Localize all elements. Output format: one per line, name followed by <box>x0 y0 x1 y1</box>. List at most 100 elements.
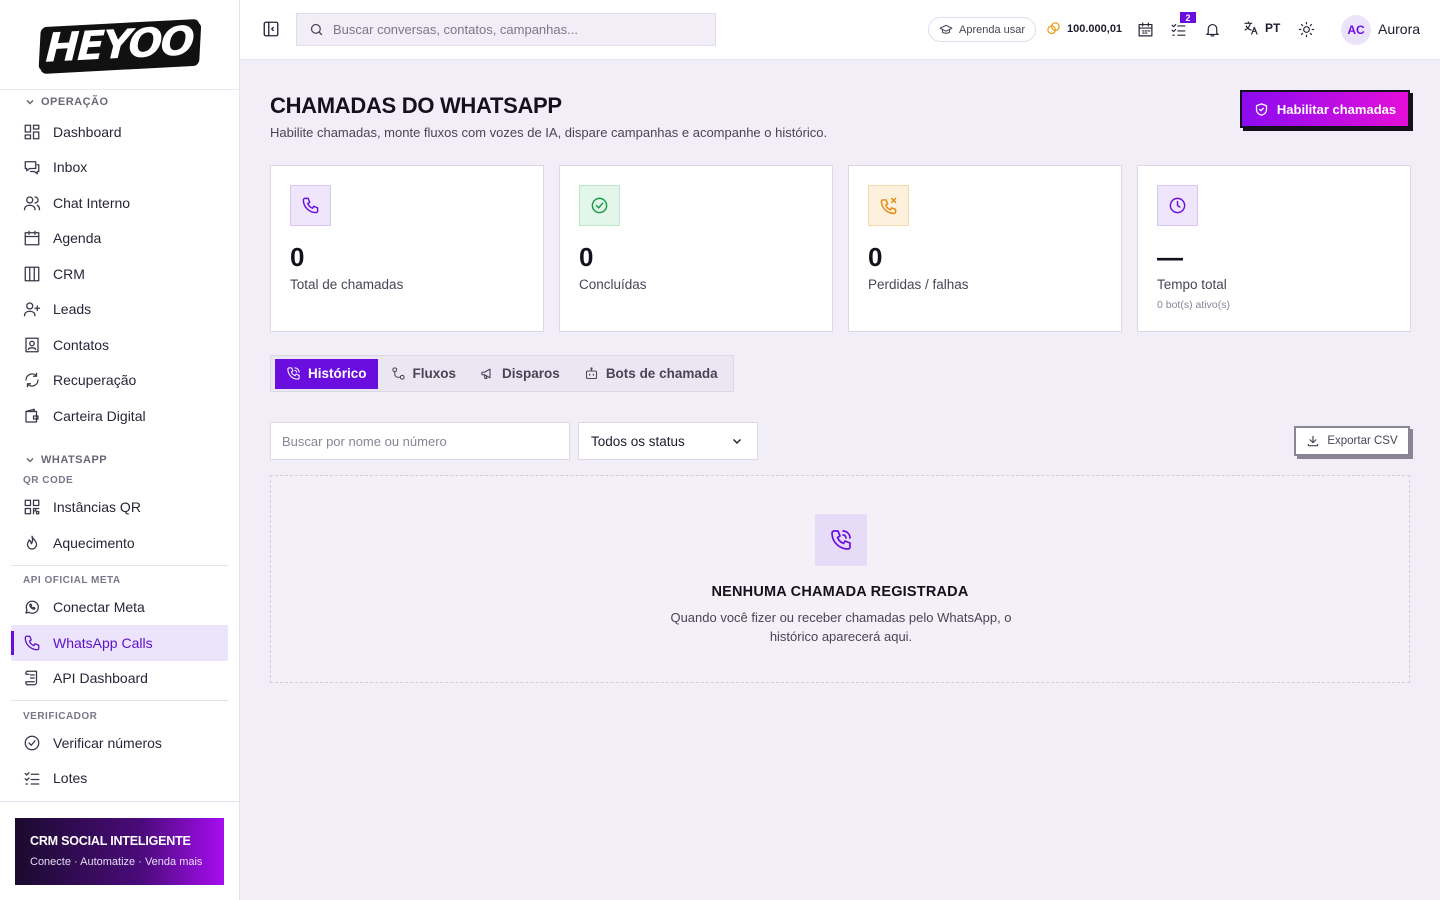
learn-button[interactable]: Aprenda usar <box>928 17 1037 42</box>
tab-bots-de-chamada[interactable]: Bots de chamada <box>573 359 729 389</box>
sidebar-item-carteira-digital[interactable]: Carteira Digital <box>11 398 228 434</box>
stat-icon-box <box>579 185 620 226</box>
sidebar-item-instancias-qr[interactable]: Instâncias QR <box>11 490 228 526</box>
users-icon <box>23 196 41 211</box>
sidebar-item-label: Lotes <box>53 770 88 787</box>
sidebar-item-whatsapp-calls[interactable]: WhatsApp Calls <box>11 625 228 661</box>
stat-value: 0 <box>579 242 594 272</box>
sidebar-item-agenda[interactable]: Agenda <box>11 221 228 257</box>
chevron-down-icon <box>26 99 34 105</box>
tab-disparos[interactable]: Disparos <box>469 359 571 389</box>
scroll-icon <box>25 670 38 686</box>
promo-subtitle: Conecte · Automatize · Venda mais <box>30 856 203 868</box>
sidebar-item-label: Conectar Meta <box>53 599 145 616</box>
stat-icon-box <box>868 185 909 226</box>
sidebar-item-conectar-meta[interactable]: Conectar Meta <box>11 590 228 626</box>
call-search-input[interactable] <box>270 422 570 460</box>
tasks-badge: 2 <box>1180 12 1196 23</box>
sidebar-item-recuperacao[interactable]: Recuperação <box>11 363 228 399</box>
stat-value: 0 <box>868 242 883 272</box>
stats-cards: 0 Total de chamadas 0 Concluídas 0 Perdi… <box>270 165 1411 332</box>
check-circle-icon <box>24 735 40 751</box>
enable-calls-button[interactable]: Habilitar chamadas <box>1240 90 1410 128</box>
export-csv-button[interactable]: Exportar CSV <box>1294 426 1410 456</box>
tab-label: Histórico <box>308 366 367 381</box>
sidebar-item-lotes[interactable]: Lotes <box>11 761 228 797</box>
sidebar-nav: OPERAÇÃO Dashboard Inbox Chat Interno Ag… <box>0 90 239 802</box>
whatsapp-icon <box>25 600 39 615</box>
promo-title: CRM SOCIAL INTELIGENTE <box>30 834 191 848</box>
sidebar-item-aquecimento[interactable]: Aquecimento <box>11 525 228 561</box>
stat-label: Concluídas <box>579 277 647 292</box>
section-title: WHATSAPP <box>41 453 108 466</box>
sidebar-item-label: Instâncias QR <box>53 499 141 516</box>
brand-logo[interactable]: HEYOO <box>38 18 201 71</box>
language-label: PT <box>1265 21 1281 35</box>
global-search[interactable] <box>296 13 716 46</box>
sidebar-item-api-dashboard[interactable]: API Dashboard <box>11 661 228 697</box>
calendar-button[interactable] <box>1137 21 1154 38</box>
stat-icon-box <box>290 185 331 226</box>
download-icon <box>1308 435 1319 447</box>
stat-value: — <box>1157 242 1183 272</box>
coins-icon <box>1047 22 1060 35</box>
sidebar-item-verificar-numeros[interactable]: Verificar números <box>11 725 228 761</box>
stat-label: Tempo total <box>1157 277 1227 292</box>
check-circle-icon <box>591 197 608 214</box>
coin-balance[interactable]: 100.000,01 <box>1046 21 1122 36</box>
search-icon <box>310 23 323 36</box>
sidebar-item-leads[interactable]: Leads <box>11 292 228 328</box>
sidebar: HEYOO OPERAÇÃO Dashboard Inbox Chat Inte… <box>0 0 240 900</box>
section-whatsapp[interactable]: WHATSAPP <box>11 448 228 472</box>
page-title: CHAMADAS DO WHATSAPP <box>270 93 562 118</box>
status-filter-select[interactable]: Todos os status <box>578 422 758 460</box>
list-check-icon <box>1171 23 1186 36</box>
tab-fluxos[interactable]: Fluxos <box>380 359 468 389</box>
sidebar-item-inbox[interactable]: Inbox <box>11 150 228 186</box>
promo-banner[interactable]: CRM SOCIAL INTELIGENTE Conecte · Automat… <box>15 818 224 885</box>
user-plus-icon <box>23 302 41 317</box>
logo-area: HEYOO <box>0 0 239 90</box>
wallet-icon <box>25 408 39 423</box>
sidebar-item-label: Carteira Digital <box>53 407 146 424</box>
sun-icon <box>1298 21 1315 38</box>
sidebar-toggle-button[interactable] <box>262 20 280 38</box>
stat-label: Total de chamadas <box>290 277 404 292</box>
notifications-button[interactable] <box>1204 21 1221 38</box>
tab-historico[interactable]: Histórico <box>275 358 378 389</box>
stat-value: 0 <box>290 242 305 272</box>
stat-card-total: 0 Total de chamadas <box>270 165 544 332</box>
user-name[interactable]: Aurora <box>1378 21 1420 37</box>
tab-label: Disparos <box>502 366 560 381</box>
divider <box>11 700 228 701</box>
stat-note: 0 bot(s) ativo(s) <box>1157 299 1230 311</box>
tasks-button[interactable]: 2 <box>1170 12 1196 38</box>
export-csv-label: Exportar CSV <box>1327 435 1398 447</box>
phone-icon <box>24 635 40 651</box>
sidebar-item-label: CRM <box>53 265 85 282</box>
main-content: CHAMADAS DO WHATSAPP Habilite chamadas, … <box>240 60 1440 900</box>
sidebar-item-label: Leads <box>53 301 92 318</box>
stat-icon-box <box>1157 185 1198 226</box>
phone-icon <box>302 197 319 214</box>
stat-label: Perdidas / falhas <box>868 277 969 292</box>
graduation-cap-icon <box>939 24 953 34</box>
section-operacao[interactable]: OPERAÇÃO <box>11 90 228 114</box>
subsection-qr-code: QR CODE <box>23 475 74 486</box>
clock-icon <box>1169 197 1186 214</box>
section-title: OPERAÇÃO <box>41 96 109 108</box>
avatar[interactable]: AC <box>1341 15 1371 45</box>
list-check-icon <box>24 772 40 785</box>
language-selector[interactable]: PT <box>1243 20 1280 36</box>
sidebar-item-label: WhatsApp Calls <box>53 634 153 651</box>
sidebar-item-contatos[interactable]: Contatos <box>11 327 228 363</box>
theme-toggle-button[interactable] <box>1298 21 1315 38</box>
sidebar-item-label: Verificar números <box>53 734 162 751</box>
shield-icon <box>1255 102 1268 116</box>
sidebar-item-chat-interno[interactable]: Chat Interno <box>11 185 228 221</box>
bot-icon <box>585 367 597 380</box>
search-input[interactable] <box>333 22 693 37</box>
sidebar-item-dashboard[interactable]: Dashboard <box>11 114 228 150</box>
sidebar-item-crm[interactable]: CRM <box>11 256 228 292</box>
sidebar-item-label: Agenda <box>53 230 102 247</box>
